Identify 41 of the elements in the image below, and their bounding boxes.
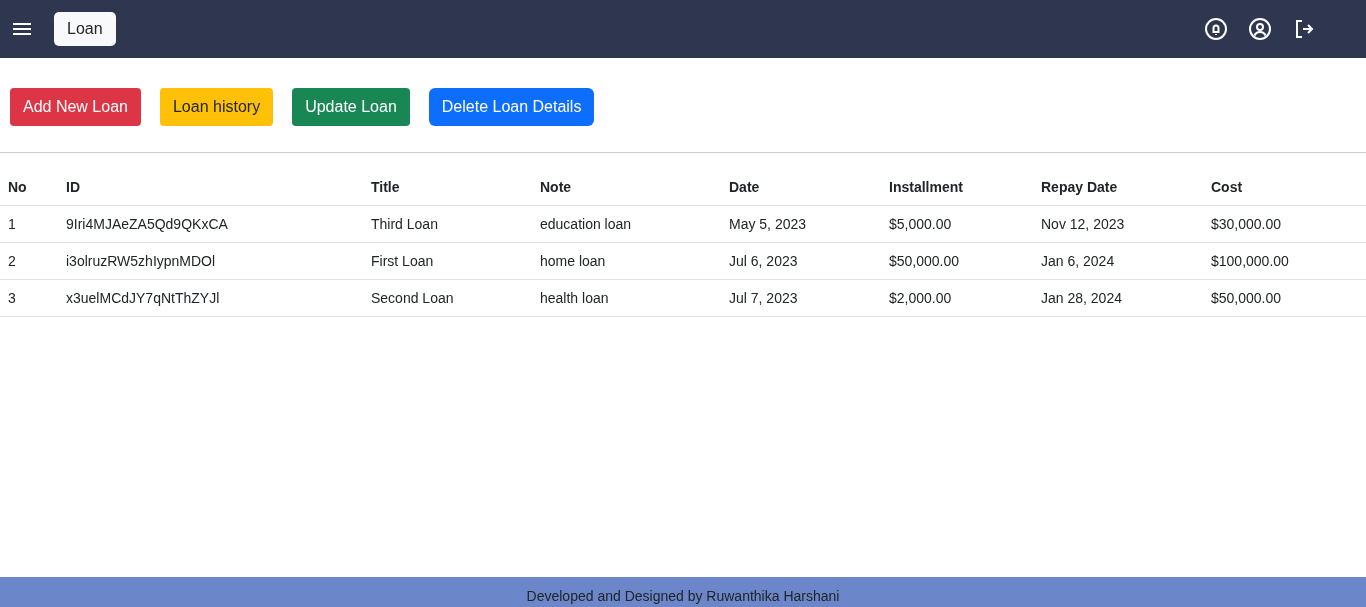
table-cell-text: x3uelMCdJY7qNtThZYJl bbox=[65, 290, 221, 306]
table-cell-text: health loan bbox=[539, 290, 610, 306]
table-cell-text: 1 bbox=[7, 216, 17, 232]
table-cell-text: 3 bbox=[7, 290, 17, 306]
brand-button[interactable]: Loan bbox=[54, 12, 116, 46]
footer-text: Developed and Designed by Ruwanthika Harshani bbox=[526, 588, 840, 604]
table-cell-text: May 5, 2023 bbox=[728, 216, 808, 232]
column-header: Note bbox=[539, 179, 573, 195]
column-header: Installment bbox=[888, 179, 964, 195]
table-cell-text: Jul 6, 2023 bbox=[728, 253, 799, 269]
table-cell-text: education loan bbox=[539, 216, 633, 232]
action-button[interactable]: Add New Loan bbox=[10, 88, 141, 126]
column-header: Title bbox=[370, 179, 401, 195]
table-cell-text: $30,000.00 bbox=[1210, 216, 1283, 232]
menu-icon[interactable] bbox=[12, 21, 32, 37]
table-cell-text: First Loan bbox=[370, 253, 435, 269]
action-button[interactable]: Loan history bbox=[159, 88, 274, 126]
column-header: Repay Date bbox=[1040, 179, 1119, 195]
table-cell-text: Second Loan bbox=[370, 290, 455, 306]
table-cell-text: Nov 12, 2023 bbox=[1040, 216, 1126, 232]
action-button[interactable]: Delete Loan Details bbox=[428, 88, 595, 126]
table-cell-text: $100,000.00 bbox=[1210, 253, 1290, 269]
action-button[interactable]: Update Loan bbox=[292, 88, 410, 126]
table-cell-text: 9Iri4MJAeZA5Qd9QKxCA bbox=[65, 216, 229, 232]
table-cell-text: 2 bbox=[7, 253, 17, 269]
bell-icon[interactable] bbox=[1204, 17, 1228, 41]
table-cell-text: $2,000.00 bbox=[888, 290, 953, 306]
table-cell-text: home loan bbox=[539, 253, 607, 269]
table-cell-text: $5,000.00 bbox=[888, 216, 953, 232]
table-cell-text: $50,000.00 bbox=[1210, 290, 1283, 306]
column-header: Date bbox=[728, 179, 761, 195]
table-cell-text: Jan 28, 2024 bbox=[1040, 290, 1123, 306]
table-cell-text: $50,000.00 bbox=[888, 253, 961, 269]
table-cell-text: Third Loan bbox=[370, 216, 439, 232]
column-header: No bbox=[7, 179, 28, 195]
column-header: Cost bbox=[1210, 179, 1244, 195]
table-cell-text: i3olruzRW5zhIypnMDOl bbox=[65, 253, 217, 269]
table-cell-text: Jul 7, 2023 bbox=[728, 290, 799, 306]
column-header: ID bbox=[65, 179, 81, 195]
user-icon[interactable] bbox=[1248, 17, 1272, 41]
table-cell-text: Jan 6, 2024 bbox=[1040, 253, 1116, 269]
